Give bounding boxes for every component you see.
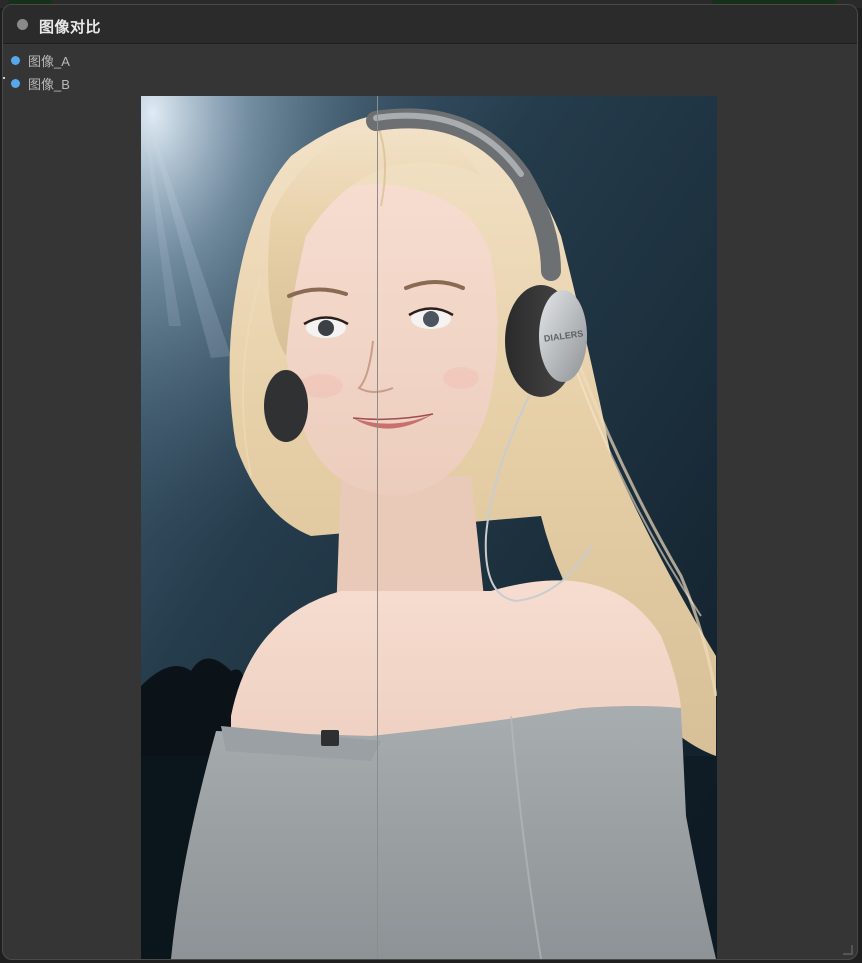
input-slot-dot-icon[interactable] [11,55,20,65]
input-slot-dot-icon[interactable] [11,78,20,88]
image-compare-node[interactable]: 图像对比 图像_A 图像_B DIALERS [2,4,858,960]
node-titlebar[interactable]: 图像对比 [3,5,857,44]
input-slot-label: 图像_B [28,76,70,92]
input-slot-image-a[interactable]: 图像_A [11,51,70,69]
node-title: 图像对比 [39,19,102,36]
input-slot-image-b[interactable]: 图像_B [11,74,70,92]
image-compare-viewer[interactable]: DIALERS [141,96,717,959]
compare-slider-divider[interactable] [377,96,378,959]
portrait-image: DIALERS [141,96,717,959]
input-slot-label: 图像_A [28,53,70,69]
input-link-mark [3,77,5,79]
resize-handle[interactable] [843,945,853,955]
collapse-toggle-icon[interactable] [17,19,28,30]
